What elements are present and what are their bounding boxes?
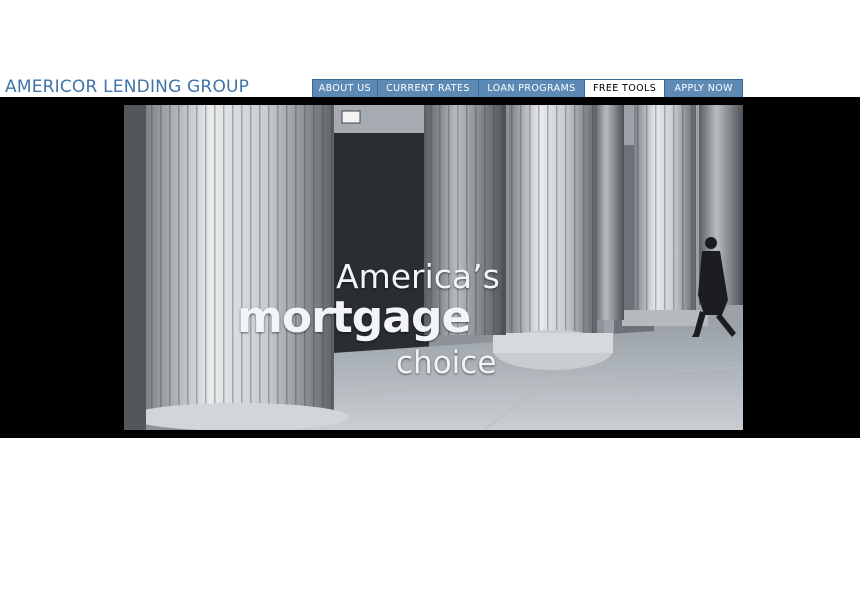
- hero-image: America’s mortgage choice: [124, 105, 743, 430]
- nav-current-rates[interactable]: CURRENT RATES: [378, 80, 480, 97]
- page: AMERICOR LENDING GROUP ABOUT US CURRENT …: [0, 0, 860, 600]
- hero-tagline-line2: mortgage: [237, 292, 471, 343]
- nav-apply-now[interactable]: APPLY NOW: [665, 80, 742, 97]
- nav-about-us[interactable]: ABOUT US: [313, 80, 378, 97]
- site-logo[interactable]: AMERICOR LENDING GROUP: [5, 77, 249, 97]
- hero-tagline-line3: choice: [396, 345, 497, 381]
- nav-free-tools[interactable]: FREE TOOLS: [584, 80, 666, 97]
- nav-loan-programs[interactable]: LOAN PROGRAMS: [479, 80, 585, 97]
- hero-tagline-line1: America’s: [336, 257, 500, 296]
- main-nav: ABOUT US CURRENT RATES LOAN PROGRAMS FRE…: [312, 79, 743, 98]
